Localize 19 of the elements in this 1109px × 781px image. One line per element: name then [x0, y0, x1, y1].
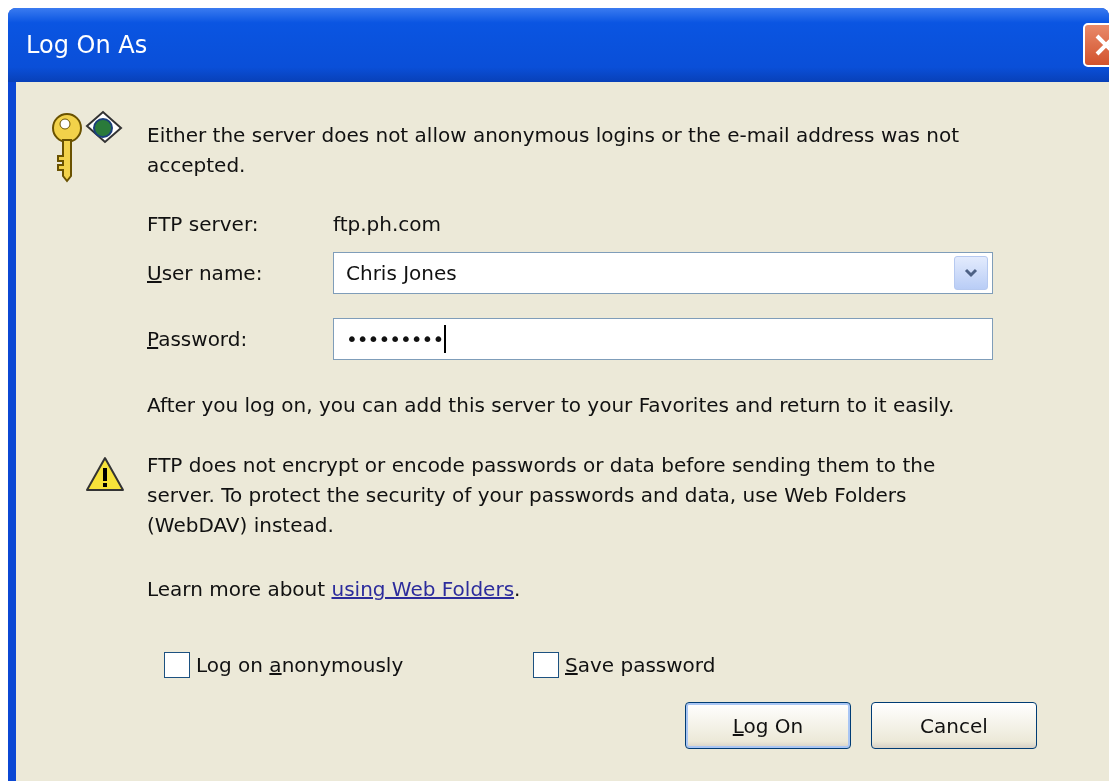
field-label: FTP server: — [147, 212, 260, 236]
server-address: ftp.ph.com — [333, 212, 442, 236]
user-name-combo[interactable]: Chris Jones — [333, 252, 993, 294]
error-message: Either the server does not allow anonymous logins or the e-mail address was not accepted. — [147, 122, 961, 179]
password-field[interactable]: ••••••••• — [333, 318, 993, 360]
dropdown-button[interactable] — [954, 256, 988, 290]
dialog-button[interactable]: Cancel — [871, 702, 1037, 749]
chevron-down-icon — [964, 268, 978, 278]
security-warning: FTP does not encrypt or encode passwords or data before sending them to the server. To protect the security of your passwords and data, use Web Folders (WebDAV) instead. — [147, 452, 937, 539]
default-button[interactable]: Log On — [685, 702, 851, 749]
checkbox-option[interactable]: Save password — [533, 652, 902, 678]
window-title: Log On As — [26, 31, 148, 59]
web-folders-link[interactable]: using Web Folders — [331, 577, 515, 601]
field-label: Password: — [147, 327, 249, 351]
warning-icon — [85, 456, 125, 492]
favorites-note: After you log on, you can add this server to your Favorites and return to it easily. — [147, 392, 956, 419]
field-label: User name: — [147, 261, 264, 285]
learn-more-text: Learn more about using Web Folders. — [147, 576, 522, 603]
checkbox-option[interactable]: Log on anonymously — [164, 652, 533, 678]
